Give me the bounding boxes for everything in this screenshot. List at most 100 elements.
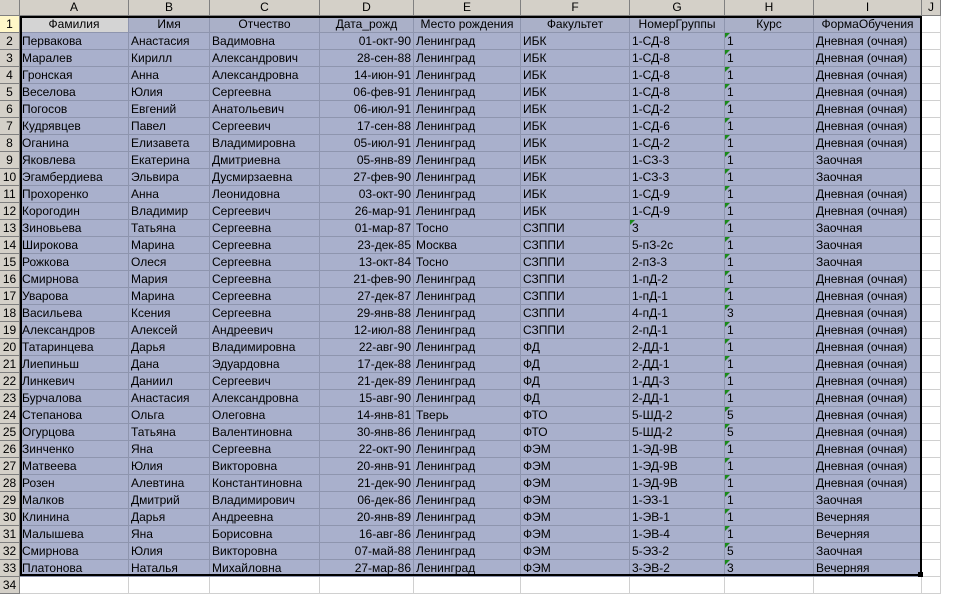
cell-b[interactable]: Павел: [129, 118, 210, 135]
cell-d[interactable]: 20-янв-91: [320, 458, 414, 475]
cell-i[interactable]: Вечерняя: [814, 526, 922, 543]
row-header-4[interactable]: 4: [0, 67, 20, 84]
cell-h[interactable]: 1: [725, 118, 814, 135]
row-header-1[interactable]: 1: [0, 16, 20, 33]
cell-b[interactable]: Алексей: [129, 322, 210, 339]
cell-j[interactable]: [922, 339, 941, 356]
cell-h[interactable]: 1: [725, 271, 814, 288]
cell-b[interactable]: Анастасия: [129, 390, 210, 407]
cell-i[interactable]: Дневная (очная): [814, 305, 922, 322]
cell-d[interactable]: 30-янв-86: [320, 424, 414, 441]
cell-b[interactable]: Екатерина: [129, 152, 210, 169]
cell-g[interactable]: 1-СД-6: [630, 118, 725, 135]
cell-j[interactable]: [922, 186, 941, 203]
column-header-i[interactable]: I: [814, 0, 922, 16]
cell-c[interactable]: Михайловна: [210, 560, 320, 577]
cell-d[interactable]: 26-мар-91: [320, 203, 414, 220]
cell-i[interactable]: Дневная (очная): [814, 271, 922, 288]
cell-a[interactable]: Васильева: [20, 305, 129, 322]
header-cell-c[interactable]: Отчество: [210, 16, 320, 33]
cell-h[interactable]: 1: [725, 169, 814, 186]
cell-e[interactable]: Тверь: [414, 407, 521, 424]
cell-e[interactable]: Ленинград: [414, 526, 521, 543]
cell-h[interactable]: 1: [725, 441, 814, 458]
cell-e[interactable]: Ленинград: [414, 50, 521, 67]
cell-g[interactable]: 1-ЭД-9В: [630, 441, 725, 458]
cell-j[interactable]: [922, 50, 941, 67]
cell-e[interactable]: Тосно: [414, 254, 521, 271]
cell-a[interactable]: Линкевич: [20, 373, 129, 390]
cell-b[interactable]: Яна: [129, 441, 210, 458]
cell-a[interactable]: Степанова: [20, 407, 129, 424]
cell-j[interactable]: [922, 288, 941, 305]
cell-b[interactable]: Анна: [129, 186, 210, 203]
cell-i[interactable]: Дневная (очная): [814, 322, 922, 339]
cell-c[interactable]: Викторовна: [210, 543, 320, 560]
cell-h[interactable]: 3: [725, 560, 814, 577]
row-header-21[interactable]: 21: [0, 356, 20, 373]
cell-g[interactable]: 1-СД-2: [630, 101, 725, 118]
cell-e[interactable]: Ленинград: [414, 560, 521, 577]
header-cell-g[interactable]: НомерГруппы: [630, 16, 725, 33]
cell-f[interactable]: ИБК: [521, 118, 630, 135]
cell-b[interactable]: Яна: [129, 526, 210, 543]
cell-e[interactable]: Ленинград: [414, 322, 521, 339]
column-header-e[interactable]: E: [414, 0, 521, 16]
cell-f[interactable]: ИБК: [521, 84, 630, 101]
cell-h[interactable]: 1: [725, 356, 814, 373]
cell-b[interactable]: Анастасия: [129, 33, 210, 50]
cell-i[interactable]: Заочная: [814, 237, 922, 254]
cell-a[interactable]: Малков: [20, 492, 129, 509]
cell-e[interactable]: Ленинград: [414, 373, 521, 390]
cell-i[interactable]: Заочная: [814, 543, 922, 560]
cell-c[interactable]: Леонидовна: [210, 186, 320, 203]
cell-g[interactable]: 1-СД-9: [630, 186, 725, 203]
cell-g[interactable]: 5-ШД-2: [630, 424, 725, 441]
cell-f[interactable]: ФД: [521, 373, 630, 390]
cell-j[interactable]: [922, 475, 941, 492]
cell-e[interactable]: Ленинград: [414, 101, 521, 118]
cell-i[interactable]: Заочная: [814, 220, 922, 237]
header-cell-i[interactable]: ФормаОбучения: [814, 16, 922, 33]
cell-g[interactable]: 1-СД-8: [630, 33, 725, 50]
cell-d[interactable]: 20-янв-89: [320, 509, 414, 526]
cell-g[interactable]: [630, 577, 725, 594]
cell-c[interactable]: Сергеевна: [210, 254, 320, 271]
row-header-8[interactable]: 8: [0, 135, 20, 152]
cell-i[interactable]: Дневная (очная): [814, 135, 922, 152]
column-header-j[interactable]: J: [922, 0, 941, 16]
cell-b[interactable]: Олеся: [129, 254, 210, 271]
cell-j[interactable]: [922, 424, 941, 441]
cell-a[interactable]: Александров: [20, 322, 129, 339]
cell-a[interactable]: Оганина: [20, 135, 129, 152]
cell-b[interactable]: Елизавета: [129, 135, 210, 152]
column-header-d[interactable]: D: [320, 0, 414, 16]
cell-g[interactable]: 3: [630, 220, 725, 237]
cell-j[interactable]: [922, 33, 941, 50]
cell-b[interactable]: Юлия: [129, 84, 210, 101]
cell-j[interactable]: [922, 237, 941, 254]
cell-g[interactable]: 2-ДД-1: [630, 339, 725, 356]
cell-j[interactable]: [922, 220, 941, 237]
cell-f[interactable]: ФЭМ: [521, 543, 630, 560]
cell-e[interactable]: Ленинград: [414, 271, 521, 288]
cell-h[interactable]: 1: [725, 390, 814, 407]
cell-f[interactable]: ИБК: [521, 33, 630, 50]
cell-b[interactable]: Юлия: [129, 458, 210, 475]
cell-a[interactable]: Огурцова: [20, 424, 129, 441]
cell-i[interactable]: [814, 577, 922, 594]
cell-i[interactable]: Дневная (очная): [814, 475, 922, 492]
cell-h[interactable]: 1: [725, 33, 814, 50]
cell-a[interactable]: Веселова: [20, 84, 129, 101]
cell-f[interactable]: ИБК: [521, 50, 630, 67]
cell-c[interactable]: Александровна: [210, 67, 320, 84]
cell-d[interactable]: 22-окт-90: [320, 441, 414, 458]
cell-h[interactable]: 1: [725, 322, 814, 339]
cell-e[interactable]: Ленинград: [414, 543, 521, 560]
cell-g[interactable]: 1-ЭД-9В: [630, 475, 725, 492]
cell-f[interactable]: ФЭМ: [521, 526, 630, 543]
cell-f[interactable]: ИБК: [521, 67, 630, 84]
cell-b[interactable]: Татьяна: [129, 220, 210, 237]
cell-i[interactable]: Вечерняя: [814, 560, 922, 577]
cell-f[interactable]: ФЭМ: [521, 560, 630, 577]
